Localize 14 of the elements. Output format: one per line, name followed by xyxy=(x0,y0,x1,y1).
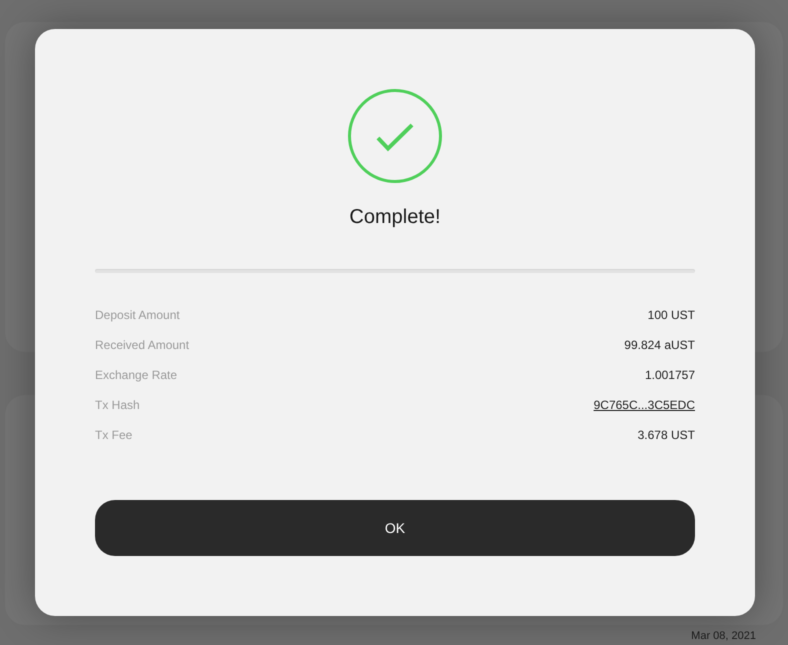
detail-label: Received Amount xyxy=(95,338,190,352)
dialog-title: Complete! xyxy=(349,205,441,229)
detail-label: Deposit Amount xyxy=(95,308,180,322)
check-circle-icon xyxy=(348,89,442,183)
detail-label: Tx Hash xyxy=(95,398,140,412)
ok-button[interactable]: OK xyxy=(95,500,695,556)
detail-label: Exchange Rate xyxy=(95,368,178,382)
date-text: Mar 08, 2021 xyxy=(691,630,756,643)
detail-label: Tx Fee xyxy=(95,428,132,442)
hash-link[interactable]: 9C765C...3C5EDC xyxy=(594,398,695,412)
detail-value: 3.678 UST xyxy=(638,428,695,442)
detail-value: 1.001757 xyxy=(644,368,695,382)
detail-value: 100 UST xyxy=(648,308,695,322)
detail-value: 99.824 aUST xyxy=(624,338,695,352)
